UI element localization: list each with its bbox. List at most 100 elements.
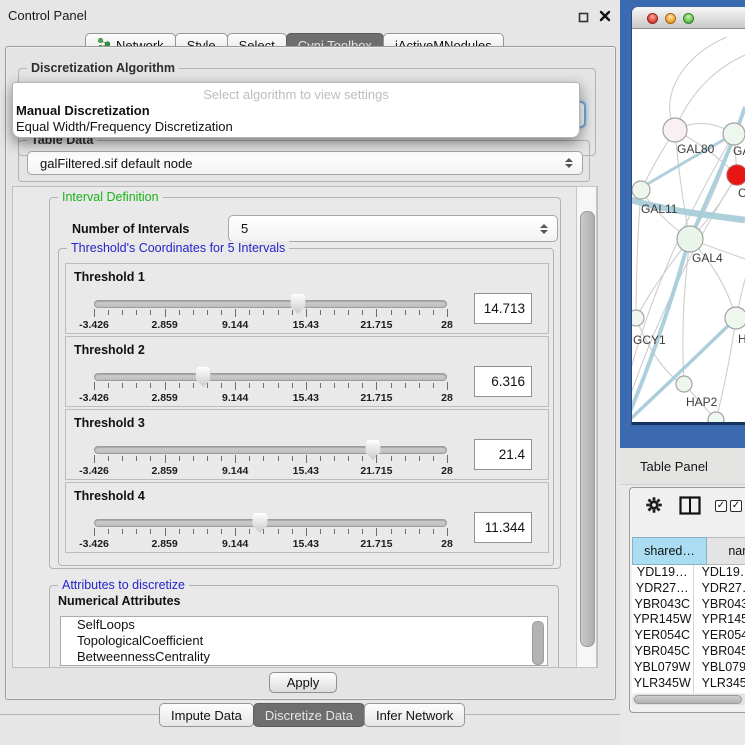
- node-gcy1[interactable]: [632, 310, 644, 326]
- close-icon[interactable]: [599, 10, 611, 22]
- cell-name[interactable]: YIL052C: [693, 691, 745, 693]
- dropdown-option-equal-width[interactable]: Equal Width/Frequency Discretization: [16, 119, 579, 134]
- cell-shared[interactable]: YBR043C: [632, 597, 693, 613]
- threshold-3-slider[interactable]: -3.4262.8599.14415.4321.71528: [94, 410, 447, 481]
- gear-icon[interactable]: [646, 497, 662, 516]
- tab-impute-data[interactable]: Impute Data: [159, 703, 254, 727]
- slider-scale-labels: -3.4262.8599.14415.4321.71528: [94, 319, 447, 331]
- node-label: GAL4: [692, 251, 723, 265]
- split-columns-icon[interactable]: [679, 496, 701, 518]
- slider-track[interactable]: [94, 300, 447, 308]
- tab-label: Infer Network: [376, 708, 453, 723]
- threshold-4-slider[interactable]: -3.4262.8599.14415.4321.71528: [94, 483, 447, 554]
- list-scrollbar[interactable]: [532, 621, 544, 665]
- network-window-titlebar[interactable]: [632, 7, 745, 29]
- slider-ticks: [94, 382, 447, 391]
- table-toolbar: ✓ ✓: [630, 488, 745, 535]
- cell-name[interactable]: YBL079W: [693, 660, 745, 676]
- cell-name[interactable]: YPR145W: [693, 612, 745, 628]
- threshold-coordinates-group: Threshold's Coordinates for 5 Intervals …: [58, 248, 554, 566]
- cell-shared[interactable]: YDR27…: [632, 581, 693, 597]
- tab-label: Discretize Data: [265, 708, 353, 723]
- table-data-select[interactable]: galFiltered.sif default node: [27, 151, 583, 175]
- checkbox-icon[interactable]: ✓: [715, 500, 727, 512]
- selected-value: 5: [241, 221, 248, 236]
- threshold-1-slider[interactable]: -3.4262.8599.14415.4321.71528: [94, 264, 447, 335]
- table-row[interactable]: YBR045CYBR045C: [632, 644, 745, 660]
- cell-shared[interactable]: YLR345W: [632, 676, 693, 692]
- settings-scrollbar[interactable]: [576, 186, 597, 668]
- cell-shared[interactable]: YER054C: [632, 628, 693, 644]
- slider-track[interactable]: [94, 373, 447, 381]
- table-header-row: shared… name: [632, 537, 745, 565]
- close-traffic-light[interactable]: [647, 13, 658, 24]
- number-of-intervals-select[interactable]: 5: [228, 215, 558, 242]
- cell-shared[interactable]: YPR145W: [632, 612, 693, 628]
- table-row[interactable]: YIL052CYIL052C: [632, 691, 745, 693]
- network-canvas: GAL80 GA C GAL11 GAL4 GCY1 H HAP2: [632, 29, 745, 422]
- table-data-group: Table Data galFiltered.sif default node: [18, 140, 590, 182]
- zoom-traffic-light[interactable]: [683, 13, 694, 24]
- table-horizontal-scrollbar[interactable]: [632, 694, 745, 705]
- node-gal80[interactable]: [663, 118, 687, 142]
- group-title: Discretization Algorithm: [27, 61, 179, 75]
- table-panel: ✓ ✓ shared… name YDL19…YDL19… YDR27…YDR2…: [629, 487, 745, 713]
- cell-shared[interactable]: YBL079W: [632, 660, 693, 676]
- node-ga[interactable]: [723, 123, 745, 145]
- checkbox-icon[interactable]: ✓: [730, 500, 742, 512]
- table-row[interactable]: YER054CYER054C: [632, 628, 745, 644]
- node-gal11[interactable]: [632, 181, 650, 199]
- threshold-2-value-field[interactable]: 6.316: [474, 366, 532, 397]
- apply-button[interactable]: Apply: [269, 672, 337, 693]
- node-gal4[interactable]: [677, 226, 703, 252]
- table-row[interactable]: YPR145WYPR145W: [632, 612, 745, 628]
- threshold-4-value-field[interactable]: 11.344: [474, 512, 532, 543]
- scrollbar-thumb[interactable]: [634, 695, 742, 704]
- dropdown-option-manual[interactable]: Manual Discretization: [16, 103, 579, 118]
- threshold-2-slider[interactable]: -3.4262.8599.14415.4321.71528: [94, 337, 447, 408]
- table-row[interactable]: YDL19…YDL19…: [632, 565, 745, 581]
- node-label: H: [738, 332, 745, 346]
- slider-track[interactable]: [94, 519, 447, 527]
- table-row[interactable]: YBR043CYBR043C: [632, 597, 745, 613]
- number-of-intervals-label: Number of Intervals: [72, 222, 189, 236]
- node-selected-red[interactable]: [727, 165, 745, 185]
- screen: Control Panel Network Style Select Cyni …: [0, 0, 745, 745]
- column-header-name[interactable]: name: [707, 537, 745, 565]
- float-window-icon[interactable]: [578, 11, 589, 22]
- cell-name[interactable]: YDR27…: [693, 581, 745, 597]
- tab-infer-network[interactable]: Infer Network: [364, 703, 465, 727]
- minimize-traffic-light[interactable]: [665, 13, 676, 24]
- table-panel-title: Table Panel: [640, 459, 708, 474]
- node-bottom[interactable]: [708, 412, 724, 422]
- spinner-arrows-icon[interactable]: [540, 224, 548, 234]
- node-hap2[interactable]: [676, 376, 692, 392]
- threshold-2-box: Threshold 2 -3.4262.8599.14415.4321.7152…: [65, 336, 549, 407]
- cell-name[interactable]: YDL19…: [693, 565, 745, 581]
- cell-name[interactable]: YLR345W: [693, 676, 745, 692]
- spinner-arrows-icon[interactable]: [565, 158, 573, 168]
- attributes-group: Attributes to discretize Numerical Attri…: [49, 585, 559, 668]
- slider-track[interactable]: [94, 446, 447, 454]
- list-item[interactable]: SelfLoops: [61, 617, 547, 633]
- table-row[interactable]: YLR345WYLR345W: [632, 676, 745, 692]
- threshold-3-value-field[interactable]: 21.4: [474, 439, 532, 470]
- column-header-shared-name[interactable]: shared…: [632, 537, 707, 565]
- cell-name[interactable]: YBR043C: [693, 597, 745, 613]
- threshold-1-value-field[interactable]: 14.713: [474, 293, 532, 324]
- tab-discretize-data[interactable]: Discretize Data: [253, 703, 365, 727]
- table-row[interactable]: YBL079WYBL079W: [632, 660, 745, 676]
- node-h[interactable]: [725, 307, 745, 329]
- cell-shared[interactable]: YBR045C: [632, 644, 693, 660]
- cell-shared[interactable]: YIL052C: [632, 691, 693, 693]
- list-item[interactable]: BetweennessCentrality: [61, 649, 547, 665]
- scrollbar-thumb[interactable]: [580, 211, 595, 647]
- attributes-list[interactable]: SelfLoops TopologicalCoefficient Between…: [60, 616, 548, 666]
- cell-shared[interactable]: YDL19…: [632, 565, 693, 581]
- node-label: GA: [733, 144, 745, 158]
- interval-definition-group: Interval Definition Number of Intervals …: [49, 197, 561, 569]
- cell-name[interactable]: YER054C: [693, 628, 745, 644]
- table-row[interactable]: YDR27…YDR27…: [632, 581, 745, 597]
- cell-name[interactable]: YBR045C: [693, 644, 745, 660]
- list-item[interactable]: TopologicalCoefficient: [61, 633, 547, 649]
